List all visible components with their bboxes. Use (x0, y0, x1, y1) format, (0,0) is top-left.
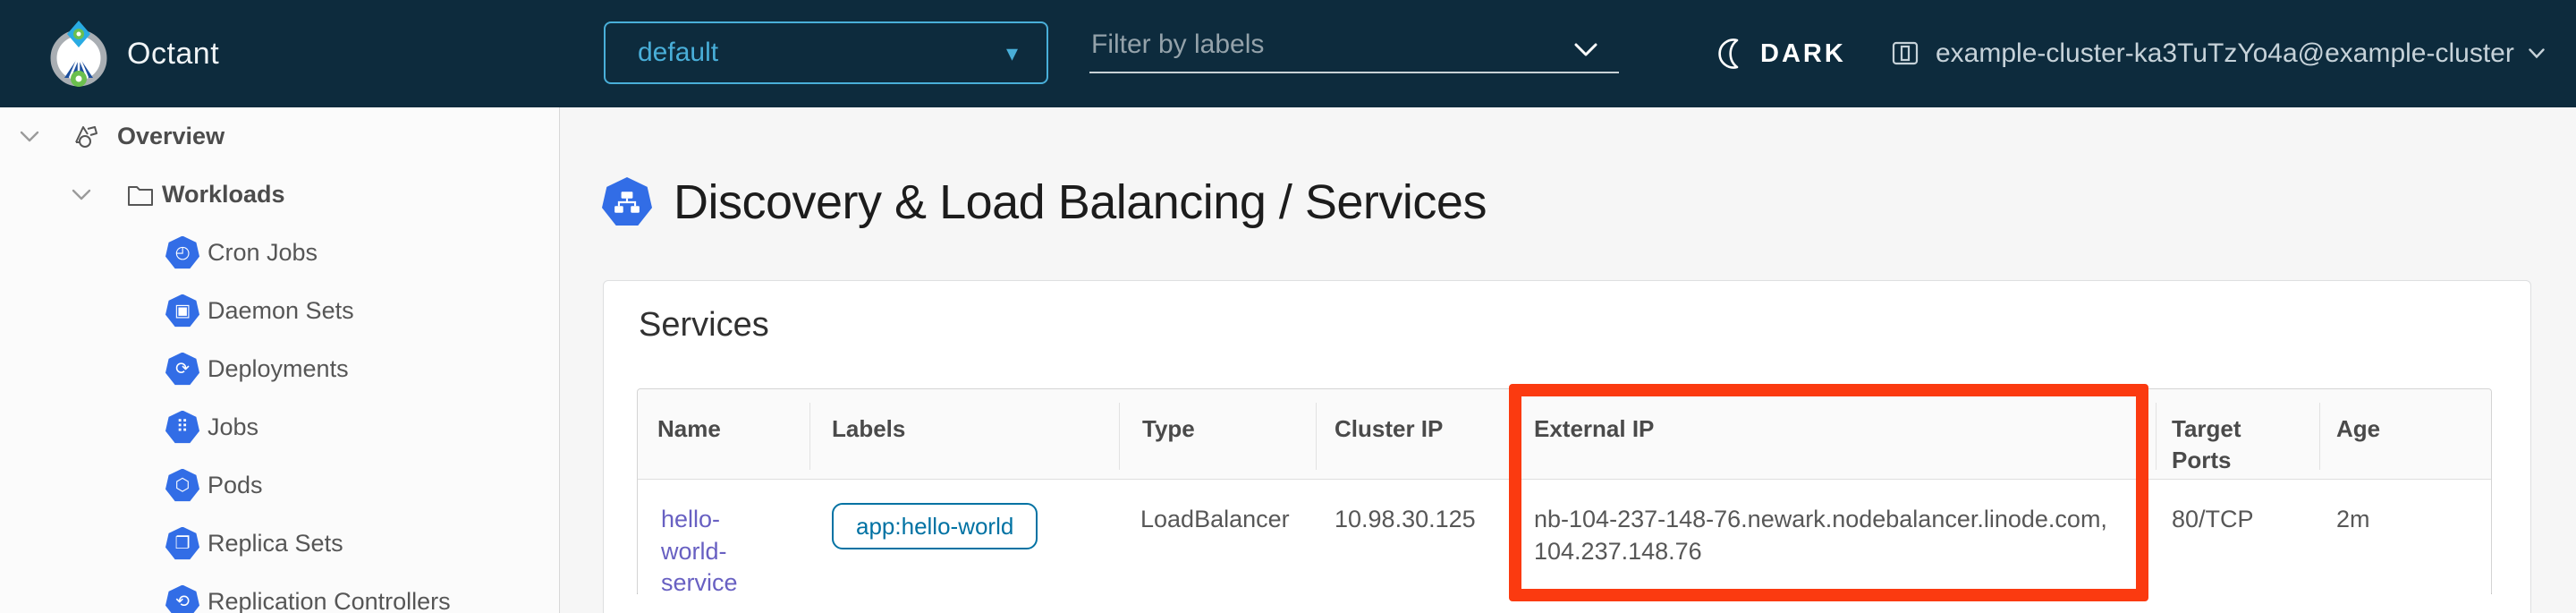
column-header-type[interactable]: Type (1142, 413, 1195, 445)
service-name-link[interactable]: hello-world-service (661, 504, 775, 600)
sidebar-item-daemon-sets[interactable]: ▣ Daemon Sets (0, 282, 559, 340)
column-header-name[interactable]: Name (657, 413, 721, 445)
sidebar-item-workloads[interactable]: Workloads (0, 166, 559, 224)
page-title: Discovery & Load Balancing / Services (674, 175, 1487, 230)
theme-toggle-button[interactable]: DARK (1716, 0, 1846, 107)
cluster-context-selector[interactable]: example-cluster-ka3TuTzYo4a@example-clus… (1889, 0, 2545, 107)
sidebar-item-cron-jobs[interactable]: ◴ Cron Jobs (0, 224, 559, 282)
cell-type: LoadBalancer (1140, 504, 1290, 536)
pod-icon: ⬡ (165, 469, 199, 503)
column-header-labels[interactable]: Labels (832, 413, 905, 445)
column-divider (2156, 403, 2157, 470)
sidebar-item-label: Deployments (208, 355, 349, 383)
column-divider (809, 403, 810, 470)
chevron-down-icon[interactable] (1574, 43, 1597, 57)
folder-icon (127, 183, 154, 207)
label-filter-input[interactable] (1089, 27, 1619, 73)
sidebar-item-pods[interactable]: ⬡ Pods (0, 456, 559, 515)
octant-logo-icon (50, 19, 107, 89)
cell-external-ip: nb-104-237-148-76.newark.nodebalancer.li… (1534, 504, 2142, 567)
moon-icon (1716, 38, 1746, 70)
sidebar-item-label: Jobs (208, 413, 258, 441)
sidebar-item-label: Pods (208, 472, 263, 499)
objects-icon (72, 123, 100, 151)
chevron-down-icon[interactable] (20, 131, 39, 143)
sidebar-item-overview[interactable]: Overview (0, 107, 559, 166)
chevron-down-icon (2529, 48, 2545, 59)
card-title: Services (639, 306, 769, 345)
chevron-down-icon[interactable] (72, 189, 91, 201)
namespace-dropdown[interactable]: default ▾ (604, 21, 1048, 84)
services-card: Services Name Labels Type Cluster IP Ext… (603, 280, 2531, 613)
sidebar-item-replication-controllers[interactable]: ⟲ Replication Controllers (0, 573, 559, 613)
table-row: hello-world-service app:hello-world Load… (638, 481, 2491, 594)
sidebar-item-label: Replication Controllers (208, 588, 451, 613)
cluster-context-label: example-cluster-ka3TuTzYo4a@example-clus… (1936, 38, 2514, 69)
sidebar-item-jobs[interactable]: ⠿ Jobs (0, 398, 559, 456)
sidebar-item-replica-sets[interactable]: ❐ Replica Sets (0, 515, 559, 573)
column-divider (2319, 403, 2320, 470)
app-header: Octant default ▾ DARK example-cluster-ka… (0, 0, 2576, 107)
sidebar-item-deployments[interactable]: ⟳ Deployments (0, 340, 559, 398)
sidebar-item-label: Overview (117, 123, 225, 150)
cluster-icon (1889, 38, 1921, 70)
sidebar-item-label: Cron Jobs (208, 239, 318, 267)
deployment-icon: ⟳ (165, 353, 199, 387)
daemonset-icon: ▣ (165, 294, 199, 328)
service-resource-icon (602, 177, 652, 227)
cell-age: 2m (2336, 504, 2370, 536)
sidebar-item-label: Workloads (162, 181, 285, 209)
replicaset-icon: ❐ (165, 527, 199, 561)
navigation-sidebar: Overview Workloads ◴ Cron Jobs ▣ Daemon … (0, 107, 560, 613)
cronjob-icon: ◴ (165, 236, 199, 270)
caret-down-icon: ▾ (1006, 41, 1018, 64)
column-header-target-ports[interactable]: Target Ports (2172, 413, 2290, 476)
replicationcontroller-icon: ⟲ (165, 585, 199, 613)
cell-cluster-ip: 10.98.30.125 (1335, 504, 1476, 536)
cell-target-ports: 80/TCP (2172, 504, 2254, 536)
main-content: Discovery & Load Balancing / Services Se… (561, 107, 2576, 613)
theme-toggle-label: DARK (1760, 39, 1846, 69)
label-filter (1089, 0, 1619, 107)
sidebar-item-label: Daemon Sets (208, 297, 354, 325)
column-header-cluster-ip[interactable]: Cluster IP (1335, 413, 1443, 445)
services-table: Name Labels Type Cluster IP External IP … (637, 388, 2492, 594)
sidebar-item-label: Replica Sets (208, 530, 343, 558)
column-header-external-ip[interactable]: External IP (1534, 413, 1654, 445)
column-divider (1119, 403, 1120, 470)
job-icon: ⠿ (165, 411, 199, 445)
namespace-dropdown-value: default (638, 38, 718, 68)
table-header-row: Name Labels Type Cluster IP External IP … (638, 389, 2491, 480)
label-badge[interactable]: app:hello-world (832, 503, 1038, 549)
column-divider (1513, 403, 1514, 470)
column-header-age[interactable]: Age (2336, 413, 2380, 445)
app-title: Octant (127, 0, 219, 107)
column-divider (1316, 403, 1317, 470)
